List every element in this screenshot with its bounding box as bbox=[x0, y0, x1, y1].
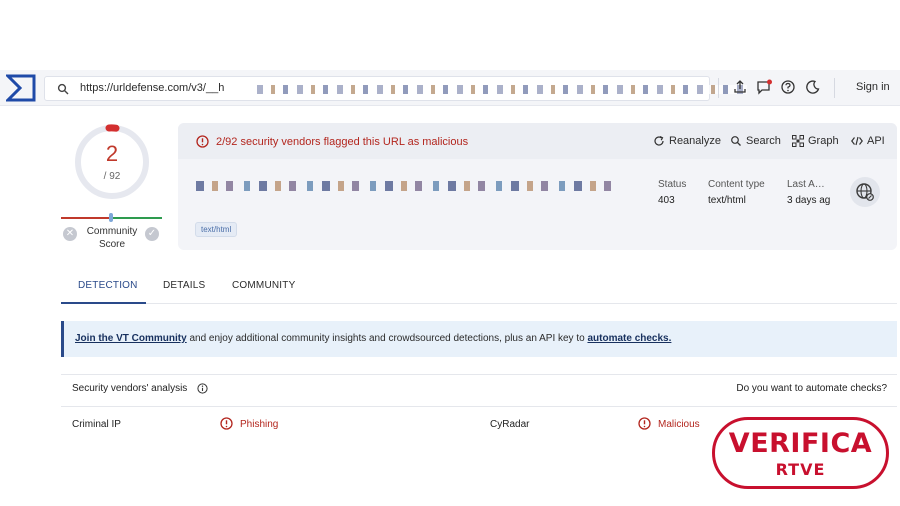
flag-strip: 2/92 security vendors flagged this URL a… bbox=[178, 123, 897, 159]
reanalyze-icon bbox=[654, 135, 664, 146]
redacted-url bbox=[257, 85, 747, 94]
alert-icon bbox=[220, 417, 233, 430]
vendor-name: Criminal IP bbox=[72, 419, 121, 430]
redacted-url-domain bbox=[196, 181, 616, 191]
divider bbox=[718, 78, 719, 98]
automate-checks-link[interactable]: automate checks. bbox=[587, 333, 671, 344]
search-input[interactable]: https://urldefense.com/v3/__h bbox=[44, 76, 747, 101]
last-analysis-value: 3 days ag bbox=[787, 195, 831, 206]
downvote-icon[interactable]: ✕ bbox=[63, 227, 77, 241]
info-icon[interactable] bbox=[197, 383, 208, 394]
divider bbox=[834, 78, 835, 98]
search-icon bbox=[57, 83, 69, 95]
reanalyze-button[interactable]: Reanalyze bbox=[653, 135, 721, 147]
tab-community[interactable]: COMMUNITY bbox=[232, 280, 295, 291]
globe-icon bbox=[856, 183, 874, 201]
detection-total: / 92 bbox=[103, 171, 121, 182]
graph-icon bbox=[792, 135, 804, 147]
tab-details[interactable]: DETAILS bbox=[163, 280, 205, 291]
alert-icon bbox=[638, 417, 651, 430]
banner-text: Join the VT Community and enjoy addition… bbox=[75, 333, 672, 344]
sign-in-link[interactable]: Sign in bbox=[856, 81, 890, 93]
join-community-link[interactable]: Join the VT Community bbox=[75, 333, 187, 344]
vendor-result: Phishing bbox=[220, 417, 278, 430]
vendor-name: CyRadar bbox=[490, 419, 530, 430]
verifica-rtve-watermark: VERIFICA RTVE bbox=[712, 417, 889, 489]
help-icon[interactable] bbox=[780, 79, 796, 95]
url-text: https://urldefense.com/v3/__h bbox=[80, 82, 225, 94]
content-type-tag[interactable]: text/html bbox=[195, 222, 238, 237]
section-title: Security vendors' analysis bbox=[72, 383, 188, 394]
detection-count: 2 bbox=[105, 141, 119, 166]
automate-checks-prompt[interactable]: Do you want to automate checks? bbox=[736, 383, 887, 394]
flag-summary: 2/92 security vendors flagged this URL a… bbox=[216, 136, 469, 148]
search-button[interactable]: Search bbox=[730, 135, 781, 147]
status-label: Status bbox=[658, 179, 687, 190]
globe-link-icon[interactable] bbox=[850, 177, 880, 207]
search-icon bbox=[731, 136, 741, 146]
api-button[interactable]: API bbox=[851, 135, 885, 147]
vendor-result: Malicious bbox=[638, 417, 700, 430]
graph-button[interactable]: Graph bbox=[792, 135, 839, 147]
community-score-label: Community Score bbox=[86, 226, 138, 250]
top-bar: https://urldefense.com/v3/__h Sign in bbox=[0, 70, 900, 106]
content-type-value: text/html bbox=[708, 195, 746, 206]
watermark-line1: VERIFICA bbox=[728, 428, 873, 459]
dark-mode-icon[interactable] bbox=[805, 79, 821, 95]
upload-icon[interactable] bbox=[732, 79, 748, 95]
last-analysis-label: Last A… bbox=[787, 179, 825, 190]
alert-icon bbox=[196, 135, 209, 148]
active-tab-indicator bbox=[61, 302, 146, 304]
url-summary-card: 2/92 security vendors flagged this URL a… bbox=[178, 123, 897, 250]
watermark-line2: RTVE bbox=[775, 460, 826, 479]
community-banner: Join the VT Community and enjoy addition… bbox=[61, 321, 897, 357]
upvote-icon[interactable]: ✓ bbox=[145, 227, 159, 241]
status-value: 403 bbox=[658, 195, 675, 206]
api-icon bbox=[851, 136, 863, 146]
community-score-marker bbox=[109, 213, 113, 222]
virustotal-logo-icon[interactable] bbox=[6, 73, 36, 103]
content-type-label: Content type bbox=[708, 179, 765, 190]
notifications-icon[interactable] bbox=[756, 79, 772, 95]
tab-bar: DETECTION DETAILS COMMUNITY bbox=[61, 271, 897, 304]
tab-detection[interactable]: DETECTION bbox=[78, 280, 138, 291]
